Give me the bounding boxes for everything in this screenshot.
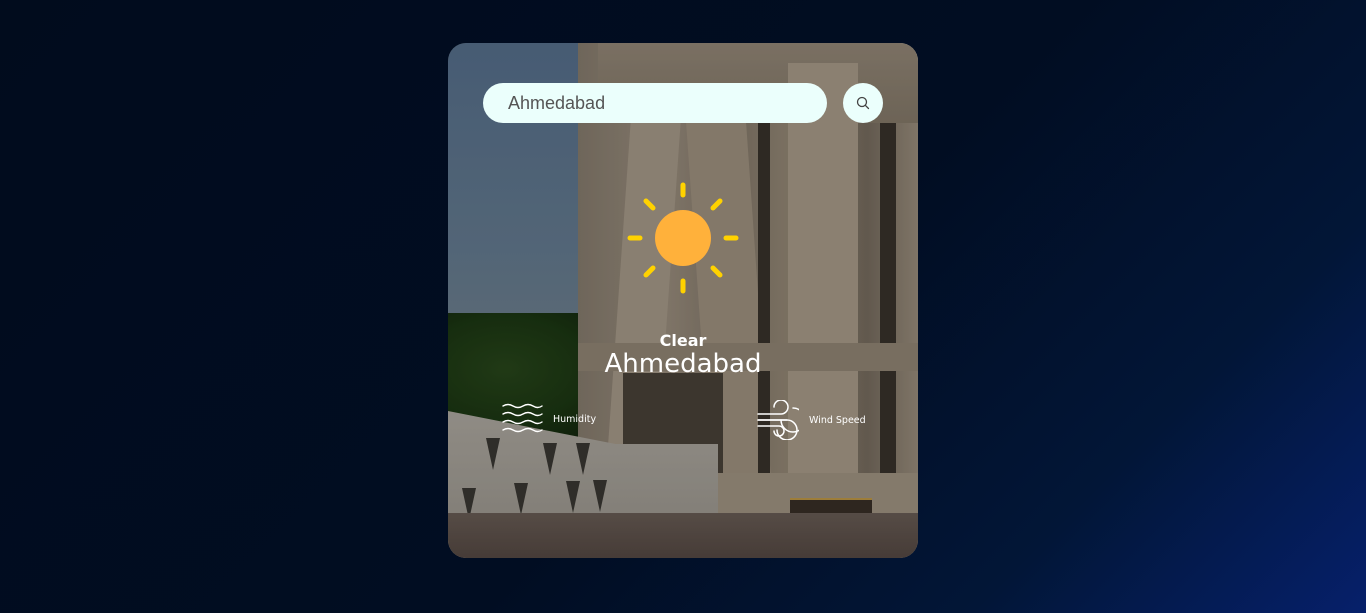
wind-speed-label: Wind Speed (809, 414, 866, 426)
humidity-label: Humidity (553, 413, 597, 425)
city-name: Ahmedabad (604, 349, 762, 379)
sun-icon (627, 182, 739, 294)
search-input[interactable] (483, 83, 827, 123)
humidity-detail: Humidity (502, 401, 596, 437)
search-icon (856, 96, 870, 110)
weather-card: Clear Ahmedabad Humidity Wind Speed (448, 43, 918, 558)
wind-detail: Wind Speed (757, 400, 866, 440)
search-button[interactable] (843, 83, 883, 123)
humidity-waves-icon (502, 403, 543, 433)
weather-condition: Clear (659, 331, 707, 350)
wind-icon (757, 400, 799, 440)
